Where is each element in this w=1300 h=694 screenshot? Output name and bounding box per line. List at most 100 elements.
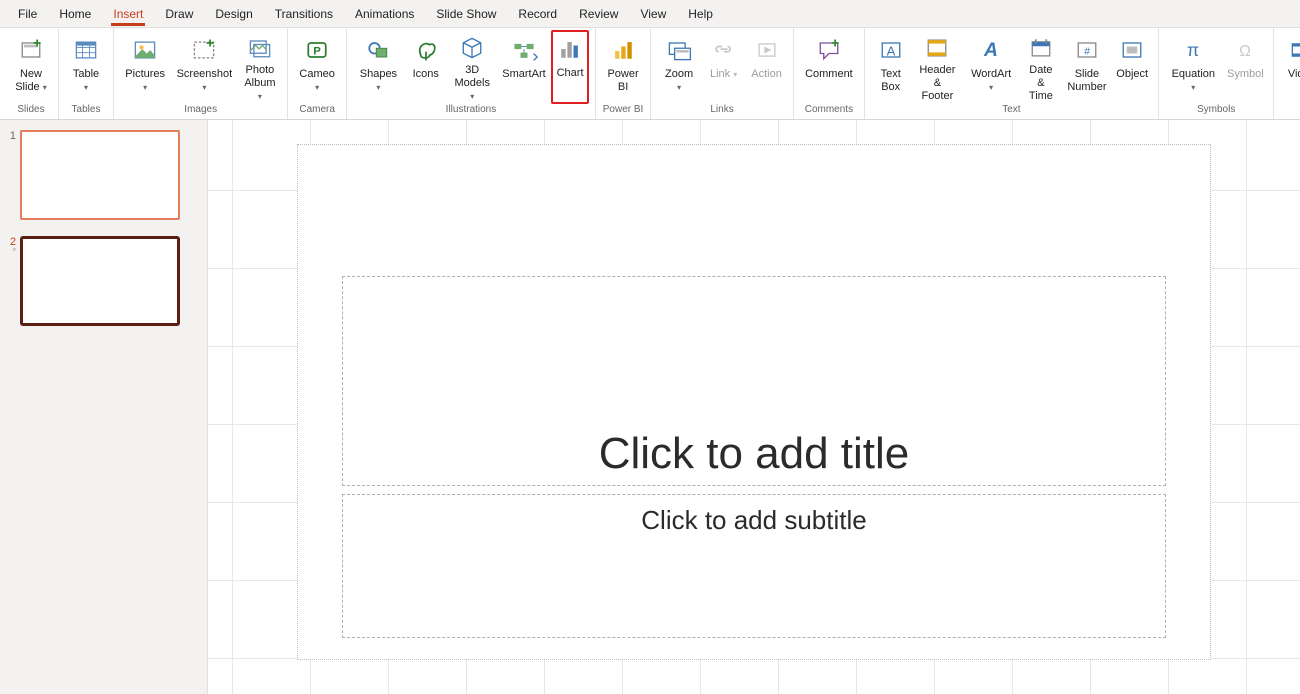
slide-thumbnail-row: 1 xyxy=(6,130,197,220)
ribbon-group-label: Images xyxy=(184,104,217,117)
ribbon-text-box-button[interactable]: A TextBox xyxy=(871,30,911,104)
subtitle-placeholder-text: Click to add subtitle xyxy=(641,505,866,536)
cameo-icon: P xyxy=(301,34,333,66)
ribbon-link-button: Link ▾ xyxy=(703,30,744,104)
action-icon xyxy=(751,34,783,66)
pictures-icon xyxy=(129,34,161,66)
link-icon xyxy=(708,34,740,66)
ribbon-group-tables: Table ▾Tables xyxy=(59,28,114,119)
ribbon-button-label: Screenshot ▾ xyxy=(177,68,233,94)
comment-icon xyxy=(813,34,845,66)
menu-insert[interactable]: Insert xyxy=(103,3,153,25)
table-icon xyxy=(70,34,102,66)
ribbon-header-footer-button[interactable]: Header& Footer xyxy=(913,30,962,104)
ribbon-pictures-button[interactable]: Pictures ▾ xyxy=(120,30,170,104)
ribbon-group-label: Text xyxy=(1002,104,1020,117)
menu-design[interactable]: Design xyxy=(205,3,262,25)
slide-thumbnail-row: 2* xyxy=(6,236,197,326)
slidenumber-icon: # xyxy=(1071,34,1103,66)
ribbon-button-label: SmartArt xyxy=(502,68,545,81)
ribbon-chart-button[interactable]: Chart xyxy=(551,30,589,104)
ribbon-3d-models-button[interactable]: 3DModels ▾ xyxy=(448,30,497,104)
ribbon-power-bi-button[interactable]: PowerBI xyxy=(602,30,644,104)
smartart-icon xyxy=(508,34,540,66)
ribbon-group-media: Video ▾Audio ▾ScreenRecordingMedia xyxy=(1274,28,1300,119)
ribbon-button-label: Date &Time xyxy=(1025,64,1056,103)
menu-review[interactable]: Review xyxy=(569,3,628,25)
ribbon-photo-album-button[interactable]: PhotoAlbum ▾ xyxy=(238,30,281,104)
ribbon-button-label: NewSlide ▾ xyxy=(15,68,47,94)
title-placeholder[interactable]: Click to add title xyxy=(342,276,1166,486)
ribbon-smartart-button[interactable]: SmartArt xyxy=(499,30,549,104)
svg-text:#: # xyxy=(1084,45,1090,57)
ribbon-button-label: SlideNumber xyxy=(1067,68,1106,94)
ribbon-group-camera: PCameo ▾Camera xyxy=(288,28,346,119)
ribbon-button-label: Object xyxy=(1116,68,1148,81)
ribbon-group-links: Zoom ▾Link ▾ActionLinks xyxy=(651,28,794,119)
menu-file[interactable]: File xyxy=(8,3,47,25)
shapes-icon xyxy=(362,34,394,66)
slide-thumbnail-number: 1 xyxy=(6,130,16,142)
ribbon-group-label: Symbols xyxy=(1197,104,1235,117)
ribbon-group-text: ATextBoxHeader& FooterAWordArt ▾Date &Ti… xyxy=(865,28,1159,119)
ribbon-video-button[interactable]: Video ▾ xyxy=(1280,30,1300,104)
ribbon-button-label: TextBox xyxy=(881,68,901,94)
menu-help[interactable]: Help xyxy=(678,3,723,25)
ribbon-group-power-bi: PowerBIPower BI xyxy=(596,28,651,119)
ribbon-equation-button[interactable]: πEquation ▾ xyxy=(1165,30,1221,104)
ribbon-group-symbols: πEquation ▾Ω Symbol Symbols xyxy=(1159,28,1274,119)
ribbon-group-comments: CommentComments xyxy=(794,28,865,119)
slide-editor: Click to add title Click to add subtitle xyxy=(297,144,1211,660)
newslide-icon xyxy=(15,34,47,66)
ribbon-comment-button[interactable]: Comment xyxy=(800,30,858,104)
ribbon-button-label: Symbol xyxy=(1227,68,1264,81)
menu-slide-show[interactable]: Slide Show xyxy=(426,3,506,25)
ribbon-button-label: Cameo ▾ xyxy=(299,68,334,94)
ribbon-screenshot-button[interactable]: Screenshot ▾ xyxy=(172,30,236,104)
ribbon-slide-number-button[interactable]: # SlideNumber xyxy=(1064,30,1111,104)
menu-transitions[interactable]: Transitions xyxy=(265,3,343,25)
slide-thumbnail[interactable] xyxy=(20,236,180,326)
symbol-icon: Ω xyxy=(1229,34,1261,66)
ribbon-zoom-button[interactable]: Zoom ▾ xyxy=(657,30,701,104)
zoom-icon xyxy=(663,34,695,66)
ribbon-shapes-button[interactable]: Shapes ▾ xyxy=(353,30,404,104)
models3d-icon xyxy=(456,34,488,62)
ribbon-button-label: Video ▾ xyxy=(1285,68,1300,94)
ribbon-cameo-button[interactable]: PCameo ▾ xyxy=(294,30,339,104)
ribbon-button-label: Pictures ▾ xyxy=(125,68,165,94)
menu-draw[interactable]: Draw xyxy=(155,3,203,25)
ribbon-group-label: Power BI xyxy=(603,104,644,117)
svg-text:A: A xyxy=(886,43,895,58)
powerbi-icon xyxy=(607,34,639,66)
ribbon-group-label: Comments xyxy=(805,104,853,117)
title-placeholder-text: Click to add title xyxy=(599,429,910,479)
ribbon-action-button: Action xyxy=(746,30,787,104)
ribbon-button-label: WordArt ▾ xyxy=(969,68,1013,94)
ribbon-group-label: Slides xyxy=(17,104,44,117)
ribbon-table-button[interactable]: Table ▾ xyxy=(65,30,107,104)
ribbon-symbol-button: Ω Symbol xyxy=(1224,30,1268,104)
photoalbum-icon xyxy=(244,34,276,62)
ribbon-object-button[interactable]: Object xyxy=(1112,30,1152,104)
slide-canvas-area: Click to add title Click to add subtitle xyxy=(208,120,1300,694)
slide-thumbnail-panel: 1 2* xyxy=(0,120,208,694)
ribbon-button-label: 3DModels ▾ xyxy=(453,64,492,103)
menu-home[interactable]: Home xyxy=(49,3,101,25)
subtitle-placeholder[interactable]: Click to add subtitle xyxy=(342,494,1166,638)
animation-indicator-icon: * xyxy=(12,246,16,256)
ribbon-button-label: PhotoAlbum ▾ xyxy=(243,64,276,103)
ribbon-button-label: Zoom ▾ xyxy=(662,68,696,94)
menu-view[interactable]: View xyxy=(630,3,676,25)
ribbon-wordart-button[interactable]: AWordArt ▾ xyxy=(964,30,1018,104)
slide-thumbnail[interactable] xyxy=(20,130,180,220)
ribbon-group-images: Pictures ▾ Screenshot ▾ PhotoAlbum ▾ Images xyxy=(114,28,288,119)
object-icon xyxy=(1116,34,1148,66)
icons-icon xyxy=(410,34,442,66)
ribbon-icons-button[interactable]: Icons xyxy=(406,30,446,104)
menu-animations[interactable]: Animations xyxy=(345,3,424,25)
wordart-icon: A xyxy=(975,34,1007,66)
menu-record[interactable]: Record xyxy=(508,3,567,25)
ribbon-new-slide-button[interactable]: NewSlide ▾ xyxy=(10,30,52,104)
ribbon-date-time-button[interactable]: Date &Time xyxy=(1020,30,1061,104)
